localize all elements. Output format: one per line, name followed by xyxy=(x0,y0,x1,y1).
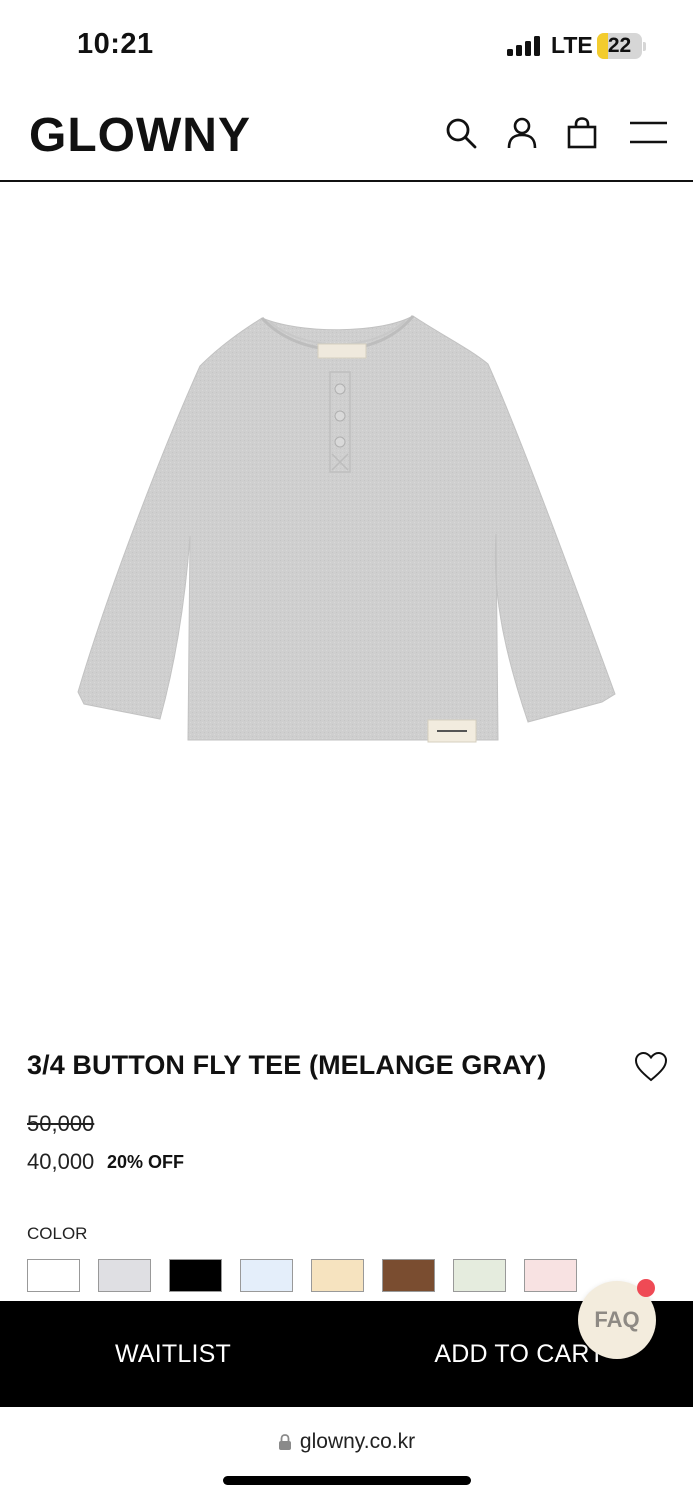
brand-logo[interactable]: GLOWNY xyxy=(29,108,251,163)
menu-icon[interactable] xyxy=(630,116,667,150)
color-swatch[interactable] xyxy=(311,1259,364,1292)
heart-icon[interactable] xyxy=(634,1050,668,1084)
search-icon[interactable] xyxy=(444,116,478,150)
product-image[interactable] xyxy=(0,184,693,1014)
product-title: 3/4 BUTTON FLY TEE (MELANGE GRAY) xyxy=(27,1050,547,1080)
status-bar: 10:21 LTE 22 xyxy=(0,0,693,92)
network-type: LTE xyxy=(551,32,593,58)
color-swatch[interactable] xyxy=(98,1259,151,1292)
site-header: GLOWNY xyxy=(0,92,693,182)
color-swatch[interactable] xyxy=(382,1259,435,1292)
color-swatch[interactable] xyxy=(453,1259,506,1292)
lock-icon xyxy=(278,1434,291,1450)
color-swatch[interactable] xyxy=(240,1259,293,1292)
sale-price: 40,000 xyxy=(27,1149,95,1174)
shopping-bag-icon[interactable] xyxy=(565,116,599,150)
color-label: COLOR xyxy=(27,1224,88,1243)
home-indicator[interactable] xyxy=(223,1476,471,1485)
user-icon[interactable] xyxy=(505,116,539,150)
url-text: glowny.co.kr xyxy=(299,1430,416,1453)
original-price: 50,000 xyxy=(27,1111,95,1136)
browser-address-bar: glowny.co.kr xyxy=(0,1407,693,1500)
battery-tip xyxy=(643,42,646,51)
notification-dot xyxy=(637,1279,655,1297)
url-display[interactable]: glowny.co.kr xyxy=(0,1430,693,1454)
battery-level: 22 xyxy=(607,34,632,57)
color-swatch[interactable] xyxy=(169,1259,222,1292)
cellular-signal-icon xyxy=(507,36,543,56)
discount-badge: 20% OFF xyxy=(107,1152,185,1172)
waitlist-button[interactable]: WAITLIST xyxy=(0,1301,346,1407)
status-time: 10:21 xyxy=(77,28,154,60)
battery-icon: 22 xyxy=(597,33,642,59)
color-swatch[interactable] xyxy=(27,1259,80,1292)
color-swatch[interactable] xyxy=(524,1259,577,1292)
